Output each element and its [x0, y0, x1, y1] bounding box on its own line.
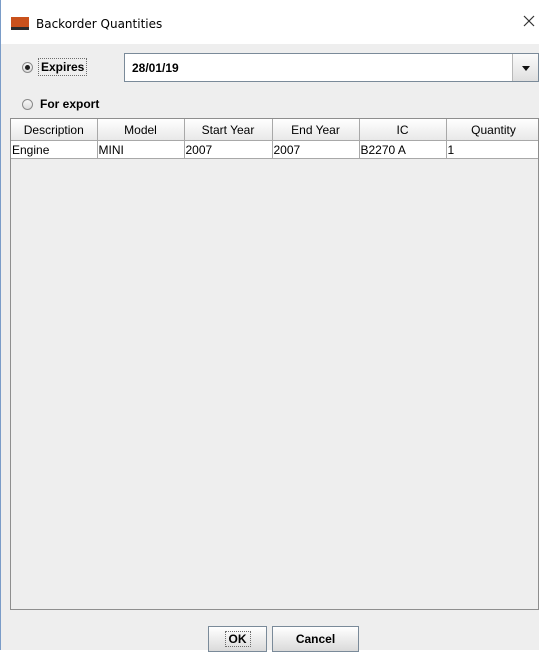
chevron-down-icon [522, 66, 530, 71]
dialog-content: Expires 28/01/19 For export Description … [1, 44, 539, 652]
column-header-start-year[interactable]: Start Year [184, 119, 273, 141]
close-icon [523, 15, 535, 27]
cell-quantity[interactable]: 1 [446, 140, 538, 159]
column-header-ic[interactable]: IC [359, 119, 447, 141]
expiry-date-combobox[interactable]: 28/01/19 [124, 53, 539, 82]
cell-ic[interactable]: B2270 A [359, 140, 447, 159]
backorder-table[interactable]: Description Model Start Year End Year IC… [10, 118, 539, 610]
radio-expires-label[interactable]: Expires [38, 58, 88, 76]
radio-for-export-label[interactable]: For export [38, 96, 101, 112]
backorder-grid: Description Model Start Year End Year IC… [11, 119, 538, 159]
title-bar: Backorder Quantities [1, 0, 539, 44]
radio-for-export-indicator[interactable] [22, 98, 33, 110]
expiry-date-value[interactable]: 28/01/19 [132, 61, 179, 75]
table-header-row: Description Model Start Year End Year IC… [11, 119, 538, 141]
radio-expires[interactable]: Expires [22, 56, 88, 78]
table-row[interactable]: Engine MINI 2007 2007 B2270 A 1 [11, 140, 538, 159]
combo-dropdown-button[interactable] [512, 54, 538, 81]
cancel-button[interactable]: Cancel [272, 626, 359, 652]
window-title: Backorder Quantities [36, 17, 163, 31]
radio-expires-indicator[interactable] [22, 61, 33, 73]
app-icon [11, 17, 29, 30]
column-header-description[interactable]: Description [11, 119, 98, 141]
ok-button-label: OK [224, 631, 251, 647]
cell-end-year[interactable]: 2007 [272, 140, 360, 159]
radio-for-export[interactable]: For export [22, 93, 101, 115]
column-header-quantity[interactable]: Quantity [446, 119, 538, 141]
column-header-end-year[interactable]: End Year [272, 119, 360, 141]
cancel-button-label: Cancel [295, 632, 336, 646]
close-button[interactable] [521, 13, 539, 33]
dialog-window: Backorder Quantities Expires 28/01/19 Fo… [0, 0, 539, 652]
column-header-model[interactable]: Model [97, 119, 185, 141]
cell-description[interactable]: Engine [11, 140, 98, 159]
cell-model[interactable]: MINI [97, 140, 185, 159]
cell-start-year[interactable]: 2007 [184, 140, 273, 159]
ok-button[interactable]: OK [208, 626, 267, 652]
